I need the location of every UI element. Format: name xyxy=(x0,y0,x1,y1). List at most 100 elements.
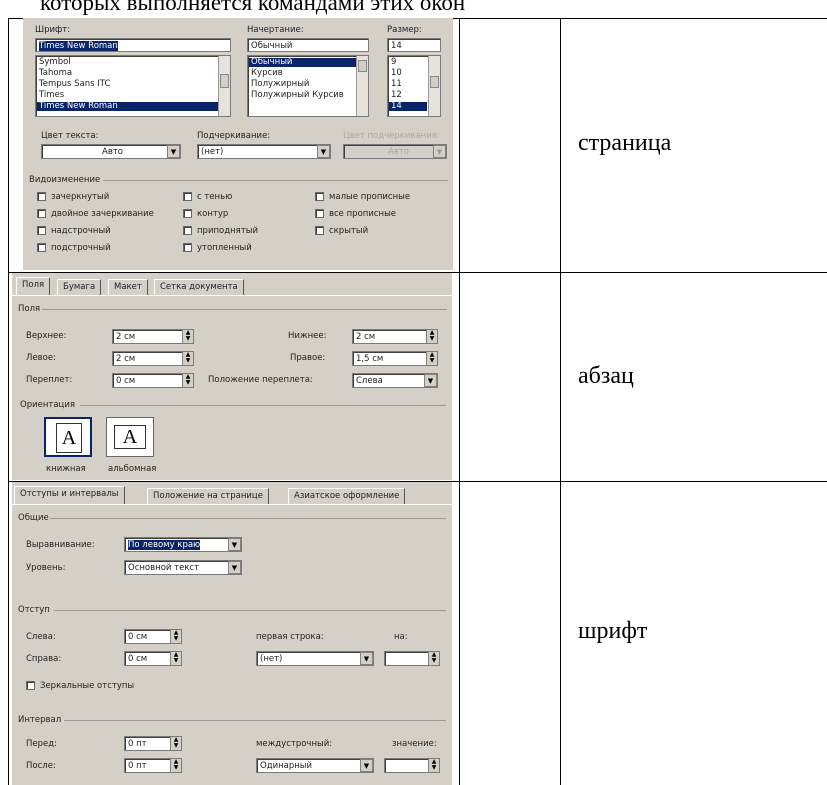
spacing-label: Интервал xyxy=(18,715,62,725)
portrait-label: книжная xyxy=(46,464,86,474)
checkbox[interactable] xyxy=(37,243,46,252)
tab-asian[interactable]: Азиатское оформление xyxy=(288,488,406,504)
first-line-dropdown[interactable]: (нет) ▼ xyxy=(256,651,374,666)
right-indent-label: Справа: xyxy=(26,654,62,664)
tab-page-position[interactable]: Положение на странице xyxy=(147,488,269,504)
chevron-down-icon[interactable]: ▼ xyxy=(360,652,373,665)
chevron-down-icon[interactable]: ▼ xyxy=(228,561,241,574)
divider xyxy=(54,610,446,611)
checkbox[interactable] xyxy=(183,192,192,201)
page-setup-dialog-screenshot: Поля Бумага Макет Сетка документа Поля В… xyxy=(12,273,452,480)
list-item[interactable]: Обычный xyxy=(249,58,356,67)
table-border-middle xyxy=(459,18,460,785)
chevron-down-icon[interactable]: ▼ xyxy=(360,759,373,772)
checkbox[interactable] xyxy=(183,209,192,218)
chevron-down-icon: ▼ xyxy=(433,145,446,158)
effect-label: скрытый xyxy=(329,226,369,236)
by-spin[interactable]: ▲ ▼ xyxy=(384,651,440,666)
by-label: на: xyxy=(394,632,408,642)
bottom-spin[interactable]: 2 см ▲ ▼ xyxy=(352,329,438,344)
list-item[interactable]: Полужирный Курсив xyxy=(251,91,344,100)
style-input[interactable]: Обычный xyxy=(247,38,369,52)
divider xyxy=(80,405,446,406)
indent-label: Отступ xyxy=(18,605,50,615)
list-item[interactable]: Times New Roman xyxy=(37,102,218,111)
checkbox[interactable] xyxy=(37,226,46,235)
color-dropdown[interactable]: Авто ▼ xyxy=(41,144,181,159)
top-spin[interactable]: 2 см ▲ ▼ xyxy=(112,329,194,344)
tab-grid[interactable]: Сетка документа xyxy=(154,279,244,295)
tab-layout[interactable]: Макет xyxy=(108,279,148,295)
list-item[interactable]: Tahoma xyxy=(39,69,72,78)
portrait-button[interactable]: A xyxy=(44,417,92,457)
divider xyxy=(64,720,446,721)
after-label: После: xyxy=(26,761,56,771)
effect-label: малые прописные xyxy=(329,192,411,202)
list-item[interactable]: Tempus Sans ITC xyxy=(39,80,110,89)
answer-page: страница xyxy=(578,130,672,156)
scrollbar[interactable] xyxy=(218,56,230,116)
left-label: Левое: xyxy=(26,353,56,363)
align-dropdown[interactable]: По левому краю ▼ xyxy=(124,537,242,552)
list-item[interactable]: Полужирный xyxy=(251,80,309,89)
level-dropdown[interactable]: Основной текст ▼ xyxy=(124,560,242,575)
chevron-down-icon[interactable]: ▼ xyxy=(424,374,437,387)
font-list[interactable]: Symbol Tahoma Tempus Sans ITC Times Time… xyxy=(35,55,231,117)
checkbox[interactable] xyxy=(183,226,192,235)
scrollbar[interactable] xyxy=(356,56,368,116)
chevron-down-icon[interactable]: ▼ xyxy=(167,145,180,158)
list-item[interactable]: Symbol xyxy=(39,58,71,67)
scrollbar[interactable] xyxy=(428,56,440,116)
tab-fields[interactable]: Поля xyxy=(16,277,51,295)
table-border-left xyxy=(8,18,9,785)
chevron-down-icon[interactable]: ▼ xyxy=(228,538,241,551)
chevron-down-icon[interactable]: ▼ xyxy=(317,145,330,158)
checkbox[interactable] xyxy=(37,192,46,201)
divider xyxy=(50,518,446,519)
right-indent-spin[interactable]: 0 см ▲ ▼ xyxy=(124,651,182,666)
before-spin[interactable]: 0 пт ▲ ▼ xyxy=(124,736,182,751)
effect-label: все прописные xyxy=(329,209,397,219)
left-spin[interactable]: 2 см ▲ ▼ xyxy=(112,351,194,366)
gutter-label: Переплет: xyxy=(26,375,73,385)
after-spin[interactable]: 0 пт ▲ ▼ xyxy=(124,758,182,773)
gutter-spin[interactable]: 0 см ▲ ▼ xyxy=(112,373,194,388)
checkbox[interactable] xyxy=(315,192,324,201)
list-item[interactable]: Курсив xyxy=(251,69,283,78)
style-label: Начертание: xyxy=(247,25,304,35)
tab-indents-spacing[interactable]: Отступы и интервалы xyxy=(14,486,125,504)
effect-label: утопленный xyxy=(197,243,252,253)
list-item[interactable]: 14 xyxy=(389,102,427,111)
tab-paper[interactable]: Бумага xyxy=(57,279,102,295)
orientation-label: Ориентация xyxy=(20,400,75,410)
heading-fragment: которых выполняется командами этих окон xyxy=(40,0,466,15)
first-line-label: первая строка: xyxy=(256,632,324,642)
list-item[interactable]: 10 xyxy=(391,69,402,78)
checkbox[interactable] xyxy=(37,209,46,218)
gutter-position-dropdown[interactable]: Слева ▼ xyxy=(352,373,438,388)
underline-dropdown[interactable]: (нет) ▼ xyxy=(197,144,331,159)
font-input[interactable]: Times New Roman xyxy=(35,38,231,52)
size-list[interactable]: 9 10 11 12 14 xyxy=(387,55,441,117)
checkbox[interactable] xyxy=(315,226,324,235)
font-dialog-screenshot: Шрифт: Times New Roman Symbol Tahoma Tem… xyxy=(23,18,453,270)
gutter-position-label: Положение переплета: xyxy=(208,375,313,385)
answer-paragraph: абзац xyxy=(578,363,634,389)
effect-label: двойное зачеркивание xyxy=(51,209,154,219)
list-item[interactable]: 9 xyxy=(391,58,396,67)
mirror-checkbox[interactable] xyxy=(26,681,35,690)
landscape-button[interactable]: A xyxy=(106,417,154,457)
right-spin[interactable]: 1,5 см ▲ ▼ xyxy=(352,351,438,366)
line-value-spin[interactable]: ▲ ▼ xyxy=(384,758,440,773)
checkbox[interactable] xyxy=(183,243,192,252)
list-item[interactable]: 12 xyxy=(391,91,402,100)
left-indent-spin[interactable]: 0 см ▲ ▼ xyxy=(124,629,182,644)
landscape-label: альбомная xyxy=(108,464,157,474)
line-spacing-dropdown[interactable]: Одинарный ▼ xyxy=(256,758,374,773)
general-label: Общие xyxy=(18,513,49,523)
list-item[interactable]: Times xyxy=(39,91,64,100)
list-item[interactable]: 11 xyxy=(391,80,402,89)
size-input[interactable]: 14 xyxy=(387,38,441,52)
checkbox[interactable] xyxy=(315,209,324,218)
style-list[interactable]: Обычный Курсив Полужирный Полужирный Кур… xyxy=(247,55,369,117)
